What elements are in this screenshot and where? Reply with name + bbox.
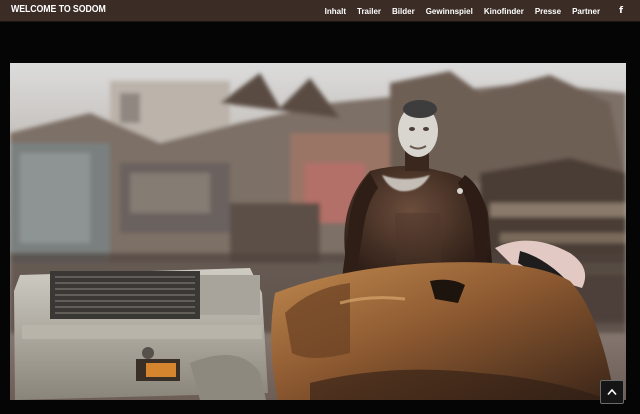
nav-item-partner[interactable]: Partner bbox=[572, 7, 600, 16]
nav-item-bilder[interactable]: Bilder bbox=[392, 7, 415, 16]
site-header: WELCOME TO SODOM Inhalt Trailer Bilder G… bbox=[0, 0, 640, 22]
nav-item-inhalt[interactable]: Inhalt bbox=[325, 7, 346, 16]
nav-item-gewinnspiel[interactable]: Gewinnspiel bbox=[426, 7, 473, 16]
facebook-icon[interactable]: f bbox=[619, 6, 623, 16]
main-nav: Inhalt Trailer Bilder Gewinnspiel Kinofi… bbox=[325, 0, 640, 22]
nav-item-kinofinder[interactable]: Kinofinder bbox=[484, 7, 524, 16]
nav-item-presse[interactable]: Presse bbox=[535, 7, 561, 16]
hero-illustration bbox=[10, 63, 626, 400]
hero-image bbox=[10, 63, 626, 400]
scroll-to-top-button[interactable] bbox=[600, 380, 624, 404]
site-logo[interactable]: WELCOME TO SODOM bbox=[11, 4, 106, 15]
nav-item-trailer[interactable]: Trailer bbox=[357, 7, 381, 16]
chevron-up-icon bbox=[607, 388, 617, 396]
